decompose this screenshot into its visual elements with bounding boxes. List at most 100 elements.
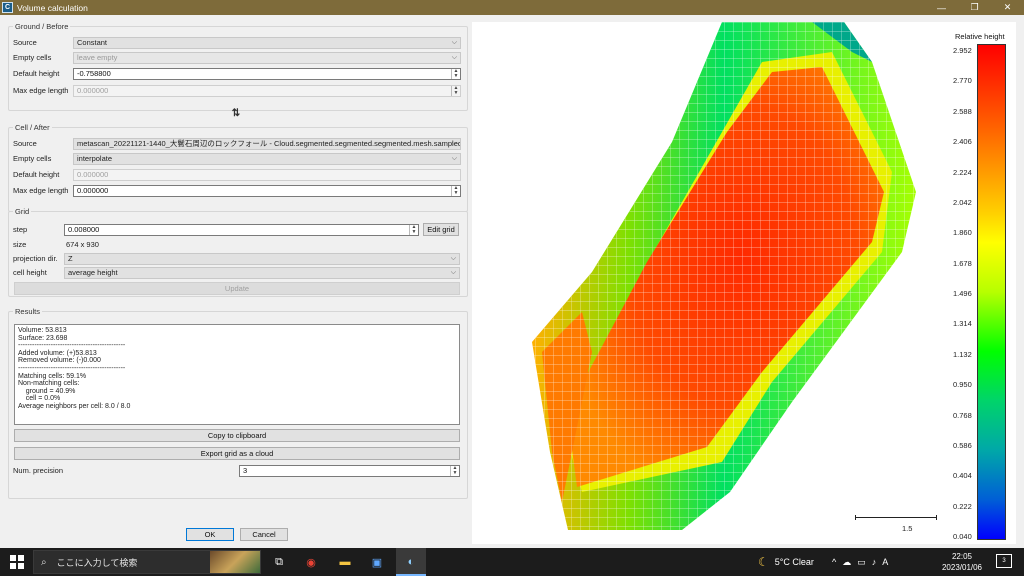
ground-source-value: Constant	[77, 38, 108, 47]
swap-icon[interactable]: ⇅	[229, 108, 243, 120]
windows-start-icon[interactable]	[10, 555, 24, 569]
spin-arrows-icon[interactable]: ▲ ▼	[451, 69, 460, 79]
cell-empty-combo[interactable]: interpolate ⌵	[73, 153, 461, 165]
clock-date: 2023/01/06	[941, 563, 983, 572]
color-scale-tick: 0.768	[953, 410, 972, 420]
projection-combo[interactable]: Z ⌵	[64, 253, 460, 265]
color-scale-tick: 2.588	[953, 106, 972, 116]
color-scale-tick: 1.678	[953, 258, 972, 268]
search-icon: ⌕	[41, 556, 47, 568]
battery-icon[interactable]: ▭	[857, 557, 866, 568]
close-button[interactable]: ✕	[991, 0, 1024, 15]
chevron-down-icon: ⌵	[451, 39, 457, 46]
system-tray: ^ ☁ ▭ ♪ A	[832, 548, 888, 576]
chevron-down-icon: ⌵	[450, 269, 456, 276]
export-grid-button[interactable]: Export grid as a cloud	[14, 447, 460, 460]
height-map-view[interactable]	[472, 22, 1016, 544]
grid-size-label: size	[13, 240, 27, 249]
spin-arrows-icon[interactable]: ▲ ▼	[450, 466, 459, 476]
update-button[interactable]: Update	[14, 282, 460, 295]
spin-arrows-icon[interactable]: ▲ ▼	[451, 186, 460, 196]
ground-default-height-field[interactable]: -0.758800 ▲ ▼	[73, 68, 461, 80]
cell-height-combo[interactable]: average height ⌵	[64, 267, 460, 279]
cell-default-height-value: 0.000000	[77, 170, 109, 179]
cell-empty-value: interpolate	[77, 154, 113, 163]
precision-label: Num. precision	[13, 466, 64, 475]
chrome-icon[interactable]: ◉	[302, 553, 320, 571]
color-scale-tick: 2.952	[953, 46, 972, 55]
scale-ruler	[855, 515, 937, 520]
minimize-button[interactable]: —	[925, 0, 958, 15]
window-controls: — ❐ ✕	[925, 0, 1024, 15]
cell-default-height-field[interactable]: 0.000000	[73, 169, 461, 181]
color-scale-tick: 1.314	[953, 319, 972, 329]
grid-size-value: 674 x 930	[66, 240, 99, 249]
grid-step-value: 0.008000	[68, 225, 100, 234]
color-scale-tick: 0.040	[953, 532, 972, 541]
grid-overlay	[532, 22, 916, 530]
color-scale-tick: 2.042	[953, 197, 972, 207]
copy-to-clipboard-button[interactable]: Copy to clipboard	[14, 429, 460, 442]
ground-max-edge-value: 0.000000	[77, 86, 109, 95]
cell-group-title: Cell / After	[13, 123, 52, 132]
speaker-icon[interactable]: ♪	[872, 557, 877, 567]
cancel-button[interactable]: Cancel	[240, 528, 288, 541]
notification-icon[interactable]: 3	[996, 554, 1012, 568]
chevron-down-icon: ⌵	[450, 255, 456, 262]
spin-arrows-icon[interactable]: ▲ ▼	[409, 225, 418, 235]
cell-height-value: average height	[68, 268, 118, 277]
network-icon[interactable]: ☁	[842, 557, 851, 568]
chevron-down-icon: ⌵	[451, 54, 457, 61]
results-group: Results Volume: 53.813 Surface: 23.698 -…	[8, 307, 468, 499]
grid-step-field[interactable]: 0.008000 ▲ ▼	[64, 224, 419, 236]
color-scale-tick: 1.132	[953, 349, 972, 359]
ground-empty-value: leave empty	[77, 53, 118, 62]
color-scale-title: Relative height	[955, 32, 1005, 41]
color-scale-tick: 0.586	[953, 440, 972, 450]
ground-empty-combo[interactable]: leave empty ⌵	[73, 52, 461, 64]
color-scale-bar	[977, 44, 1006, 540]
cell-max-edge-value: 0.000000	[77, 186, 109, 195]
color-scale-tick: 2.406	[953, 137, 972, 147]
file-explorer-icon[interactable]: ▬	[336, 553, 354, 571]
cell-source-value: metascan_20221121-1440_大鬢石周辺のロックフォール - C…	[77, 139, 461, 148]
search-placeholder: ここに入力して検索	[56, 557, 138, 568]
ground-max-edge-field[interactable]: 0.000000 ▲ ▼	[73, 85, 461, 97]
taskbar-search-box[interactable]: ⌕ ここに入力して検索	[33, 550, 261, 574]
chevron-down-icon: ⌵	[451, 155, 457, 162]
title-bar: C Volume calculation — ❐ ✕	[0, 0, 1024, 15]
ground-default-height-label: Default height	[13, 69, 60, 78]
ground-source-label: Source	[13, 38, 37, 47]
spin-arrows-icon[interactable]: ▲ ▼	[451, 86, 460, 96]
maximize-button[interactable]: ❐	[958, 0, 991, 15]
grid-group-title: Grid	[13, 207, 32, 216]
results-group-title: Results	[13, 307, 43, 316]
ime-indicator[interactable]: A	[882, 557, 888, 567]
cell-height-label: cell height	[13, 268, 47, 277]
projection-value: Z	[68, 254, 73, 263]
chevron-up-icon[interactable]: ^	[832, 557, 836, 567]
cell-max-edge-field[interactable]: 0.000000 ▲ ▼	[73, 185, 461, 197]
weather-widget[interactable]: ☾ 5°C Clear	[758, 548, 814, 576]
taskbar-clock[interactable]: 22:05 2023/01/06	[938, 551, 986, 573]
app-icon: C	[2, 2, 13, 13]
precision-value: 3	[243, 466, 248, 475]
edit-grid-button[interactable]: Edit grid	[423, 223, 459, 236]
ok-button[interactable]: OK	[186, 528, 234, 541]
task-view-icon[interactable]: ⧉	[270, 553, 288, 571]
cell-source-label: Source	[13, 139, 37, 148]
cell-source-combo[interactable]: metascan_20221121-1440_大鬢石周辺のロックフォール - C…	[73, 138, 461, 150]
store-icon[interactable]: ▣	[368, 553, 386, 571]
scale-ruler-label: 1.5	[902, 524, 913, 533]
color-scale-tick: 2.224	[953, 167, 972, 177]
taskbar: ⌕ ここに入力して検索 ⧉ ◉ ▬ ▣ ◐ ☾ 5°C Clear ^ ☁ ▭ …	[0, 548, 1024, 576]
settings-panel: Ground / Before Source Constant ⌵ Empty …	[0, 15, 470, 545]
ground-group-title: Ground / Before	[13, 22, 71, 31]
cell-group: Cell / After Source metascan_20221121-14…	[8, 123, 468, 212]
window-title: Volume calculation	[17, 2, 88, 13]
ground-source-combo[interactable]: Constant ⌵	[73, 37, 461, 49]
precision-field[interactable]: 3 ▲ ▼	[239, 465, 460, 477]
ground-default-height-value: -0.758800	[77, 69, 111, 78]
cloudcompare-icon: ◐	[407, 556, 415, 568]
cell-max-edge-label: Max edge length	[13, 186, 69, 195]
